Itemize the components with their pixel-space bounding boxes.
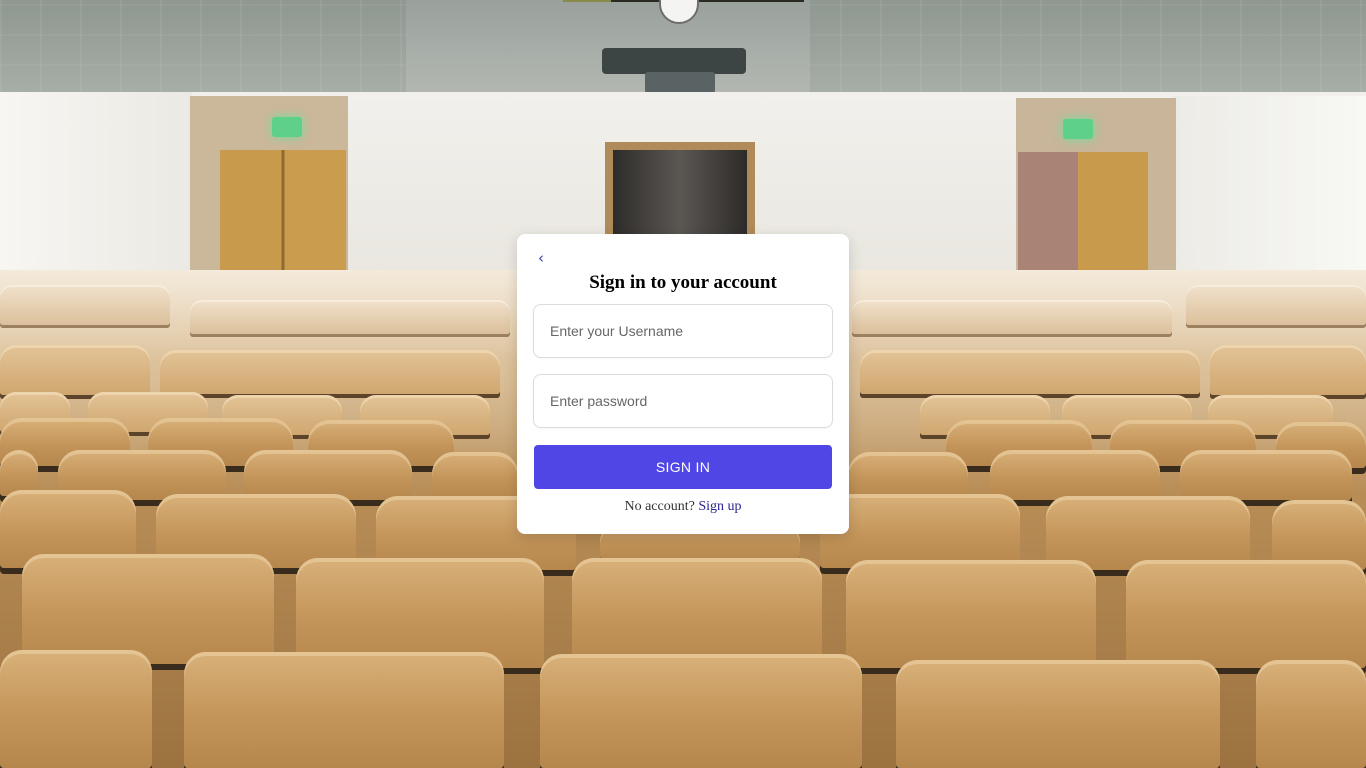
seat-row-far — [190, 300, 510, 334]
username-input[interactable] — [533, 304, 833, 358]
seat-row-mid — [160, 350, 500, 394]
seat-row-far — [852, 300, 1172, 334]
left-wall — [0, 92, 192, 292]
seat — [540, 654, 862, 768]
seat-row-far — [0, 285, 170, 325]
seat-row-mid — [0, 345, 150, 395]
sign-in-button[interactable]: SIGN IN — [534, 445, 832, 489]
seat — [22, 554, 274, 664]
login-title: Sign in to your account — [589, 272, 777, 293]
seat — [1126, 560, 1366, 668]
speaker — [602, 48, 746, 74]
right-wall — [1172, 96, 1366, 292]
seat — [1256, 660, 1366, 768]
seat-row-mid — [860, 350, 1200, 394]
seat — [896, 660, 1220, 768]
seat — [244, 450, 412, 500]
seat — [432, 452, 518, 500]
seat — [0, 650, 152, 768]
seat — [820, 494, 1020, 568]
seat — [184, 652, 504, 768]
no-account-text: No account? — [624, 499, 695, 514]
exit-sign-left — [272, 117, 302, 137]
seat-row-far — [1186, 285, 1366, 325]
sign-up-link[interactable]: Sign up — [698, 499, 741, 514]
login-card: ‹ Sign in to your account SIGN IN No acc… — [517, 234, 849, 534]
seat — [848, 452, 968, 500]
password-input[interactable] — [533, 374, 833, 428]
chevron-left-icon[interactable]: ‹ — [531, 248, 551, 268]
signup-prompt: No account? Sign up — [517, 499, 849, 515]
ceiling-beam-accent — [563, 0, 611, 2]
seat-row-mid — [1210, 345, 1366, 395]
seat — [1180, 450, 1352, 500]
seat — [1046, 496, 1250, 570]
speaker-mount — [645, 72, 715, 94]
seat — [572, 558, 822, 668]
seat — [990, 450, 1160, 500]
seat — [846, 560, 1096, 668]
exit-sign-right — [1063, 119, 1093, 139]
